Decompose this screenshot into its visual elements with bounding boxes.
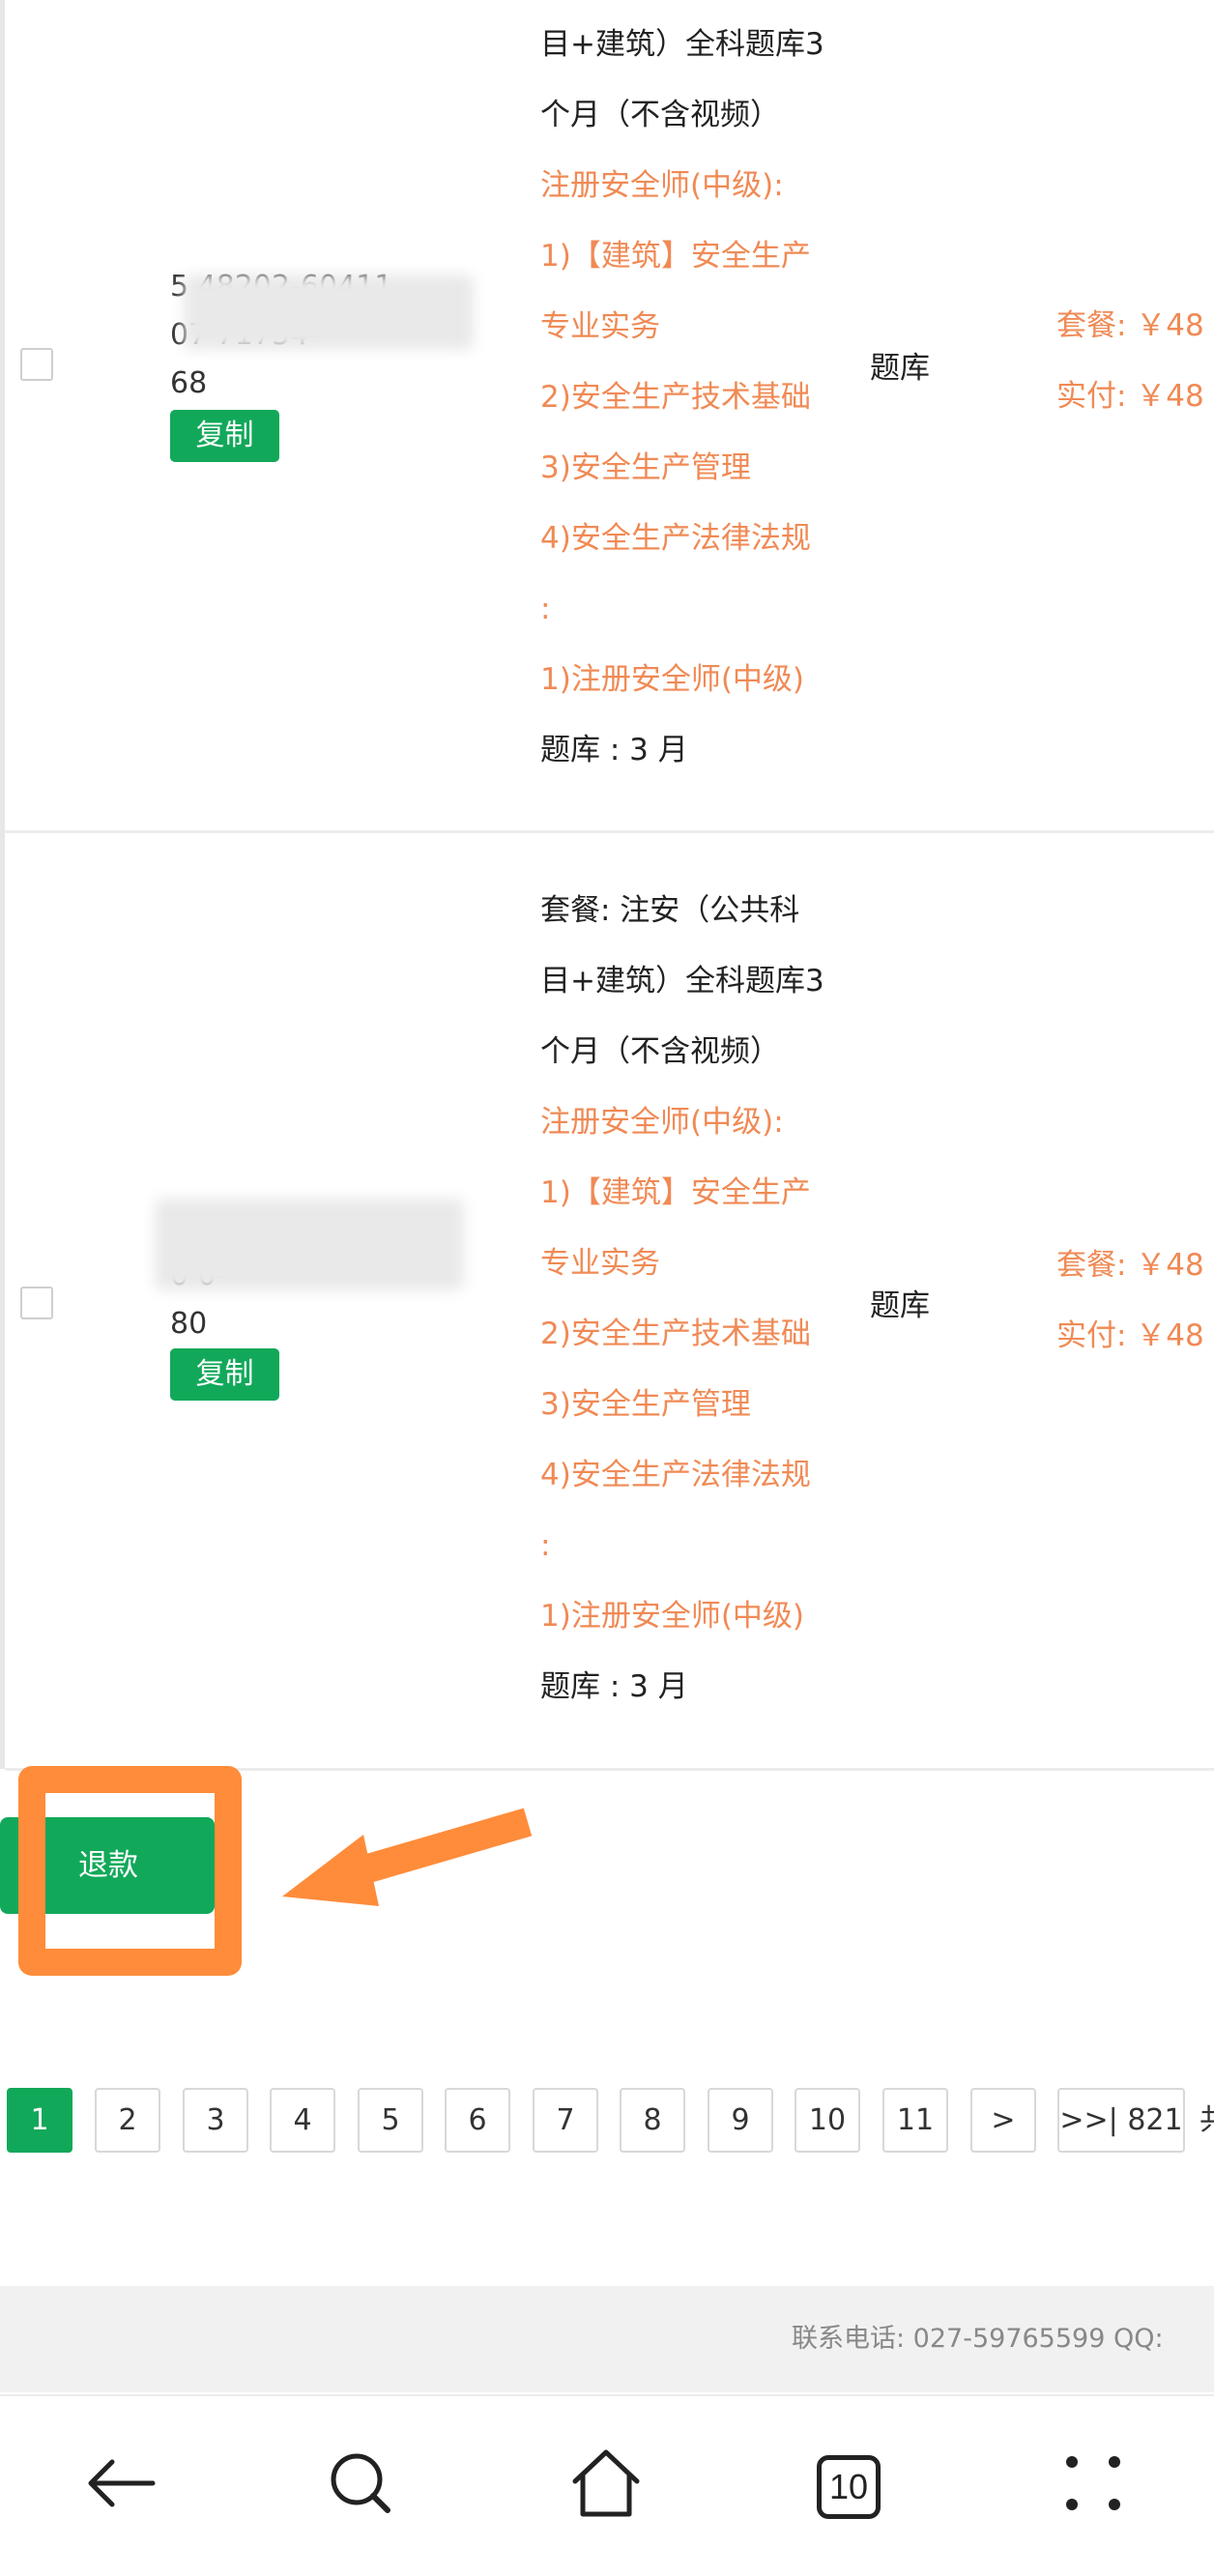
site-footer: 联系电话: 027-59765599 QQ: <box>0 2286 1214 2392</box>
system-navigation-bar: 10 <box>0 2394 1214 2576</box>
pagination: 1 2 3 4 5 6 7 8 9 10 11 > >>| 821 共 <box>0 2088 1214 2156</box>
copy-button[interactable]: 复制 <box>170 410 279 462</box>
page-7-button[interactable]: 7 <box>533 2088 598 2153</box>
tabs-count-icon[interactable]: 10 <box>817 2455 881 2519</box>
home-icon[interactable] <box>567 2445 645 2522</box>
search-icon[interactable] <box>322 2445 399 2522</box>
page-8-button[interactable]: 8 <box>620 2088 685 2153</box>
page-5-button[interactable]: 5 <box>358 2088 423 2153</box>
menu-dots-icon[interactable] <box>1055 2445 1132 2522</box>
row-divider <box>5 830 1214 833</box>
page-6-button[interactable]: 6 <box>445 2088 510 2153</box>
page-11-button[interactable]: 11 <box>882 2088 948 2153</box>
price-package: 套餐: ￥48 <box>1056 308 1204 343</box>
page-1-button[interactable]: 1 <box>7 2088 72 2153</box>
next-page-button[interactable]: > <box>970 2088 1036 2153</box>
row-checkbox[interactable] <box>20 348 53 381</box>
product-type: 题库 <box>870 1288 930 1323</box>
redaction-blur <box>184 275 474 350</box>
table-left-border <box>0 0 5 1769</box>
last-page-button[interactable]: >>| 821 <box>1057 2088 1185 2153</box>
back-arrow-icon[interactable] <box>83 2445 160 2522</box>
page-3-button[interactable]: 3 <box>183 2088 248 2153</box>
package-details: 套餐: 注安（公共科 目+建筑）全科题库3 个月（不含视频） 注册安全师(中级)… <box>540 893 824 1704</box>
product-type: 题库 <box>870 351 930 386</box>
copy-button[interactable]: 复制 <box>170 1348 279 1401</box>
pagination-total-label: 共 <box>1200 2088 1214 2153</box>
page-9-button[interactable]: 9 <box>708 2088 773 2153</box>
price-paid: 实付: ￥48 <box>1056 1318 1204 1353</box>
page-10-button[interactable]: 10 <box>795 2088 860 2153</box>
footer-contact: 联系电话: 027-59765599 QQ: <box>792 2324 1164 2354</box>
price-package: 套餐: ￥48 <box>1056 1248 1204 1283</box>
page-2-button[interactable]: 2 <box>95 2088 160 2153</box>
annotation-highlight-box <box>18 1766 242 1976</box>
redaction-blur <box>155 1199 464 1290</box>
row-checkbox[interactable] <box>20 1287 53 1319</box>
package-details: 目+建筑）全科题库3 个月（不含视频） 注册安全师(中级): 1)【建筑】安全生… <box>540 27 824 767</box>
page-4-button[interactable]: 4 <box>270 2088 335 2153</box>
price-paid: 实付: ￥48 <box>1056 379 1204 414</box>
